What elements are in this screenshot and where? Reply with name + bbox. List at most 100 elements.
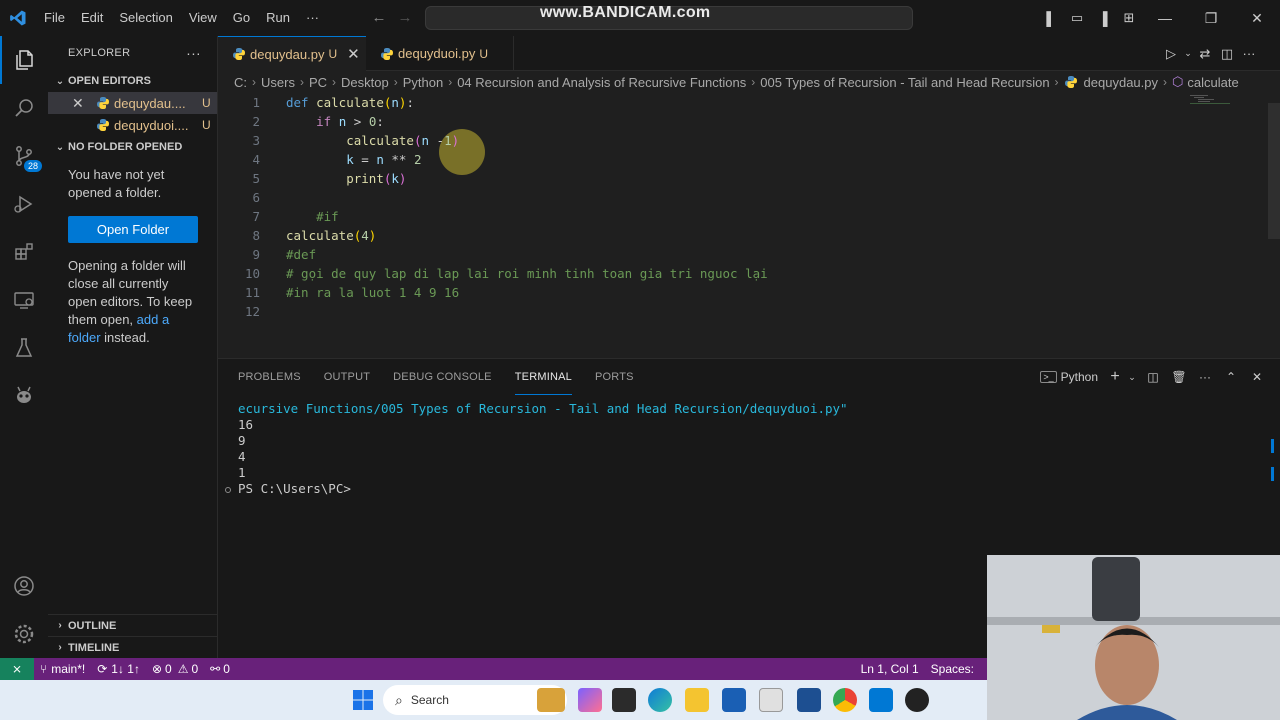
indentation[interactable]: Spaces: xyxy=(925,662,980,676)
account-icon[interactable] xyxy=(0,562,48,610)
tab-status: U xyxy=(479,46,489,61)
breadcrumb-symbol[interactable]: calculate xyxy=(1187,75,1238,90)
tab-dequyduoi[interactable]: dequyduoi.py U xyxy=(366,36,514,71)
close-icon[interactable]: ✕ xyxy=(347,45,360,63)
restore-icon[interactable]: ❐ xyxy=(1188,0,1234,36)
breadcrumb-types-folder[interactable]: 005 Types of Recursion - Tail and Head R… xyxy=(760,75,1049,90)
menu-file[interactable]: File xyxy=(36,0,73,36)
open-folder-button[interactable]: Open Folder xyxy=(68,216,198,243)
code-line: 2 if n > 0: xyxy=(218,112,1218,131)
tab-problems[interactable]: PROBLEMS xyxy=(238,359,301,395)
customize-layout-icon[interactable]: ⊞ xyxy=(1116,0,1142,36)
tab-debug-console[interactable]: DEBUG CONSOLE xyxy=(393,359,492,395)
run-python-icon[interactable]: ▷ xyxy=(1160,46,1182,62)
vscode-taskbar-icon[interactable] xyxy=(869,688,893,712)
settings-gear-icon[interactable] xyxy=(0,610,48,658)
minimize-icon[interactable]: — xyxy=(1142,0,1188,36)
menu-go[interactable]: Go xyxy=(225,0,258,36)
minimap[interactable] xyxy=(1190,95,1238,105)
bandicam-record-icon[interactable] xyxy=(905,688,929,712)
toggle-panel-icon[interactable]: ▭ xyxy=(1064,0,1090,36)
code-text: calculate(n -1) xyxy=(286,131,459,150)
edge-browser-icon[interactable] xyxy=(648,688,672,712)
explorer-icon[interactable] xyxy=(0,36,48,84)
toggle-secondary-sidebar-icon[interactable]: ▐ xyxy=(1090,0,1116,36)
back-arrow-icon[interactable]: ← xyxy=(366,9,392,26)
more-actions-icon[interactable]: ··· xyxy=(1192,370,1218,384)
new-terminal-icon[interactable]: + xyxy=(1106,368,1124,386)
testing-flask-icon[interactable] xyxy=(0,324,48,372)
remote-indicator-icon[interactable]: ⨯ xyxy=(0,658,34,680)
editor-scrollbar[interactable] xyxy=(1268,103,1280,239)
open-editors-section[interactable]: ⌄ OPEN EDITORS xyxy=(48,70,217,92)
alien-extension-icon[interactable] xyxy=(0,372,48,420)
terminal-output[interactable]: ecursive Functions/005 Types of Recursio… xyxy=(238,401,848,497)
menu-view[interactable]: View xyxy=(181,0,225,36)
tab-ports[interactable]: PORTS xyxy=(595,359,634,395)
breadcrumb-recursion-folder[interactable]: 04 Recursion and Analysis of Recursive F… xyxy=(457,75,746,90)
error-icon: ⊗ xyxy=(151,662,163,676)
breadcrumb-drive[interactable]: C: xyxy=(234,75,247,90)
code-text: print(k) xyxy=(286,169,406,188)
breadcrumb-python[interactable]: Python xyxy=(403,75,443,90)
ports-count: 0 xyxy=(223,662,230,676)
command-decoration-icon[interactable] xyxy=(225,487,231,493)
outline-section[interactable]: › OUTLINE xyxy=(48,614,218,636)
breadcrumb-pc[interactable]: PC xyxy=(309,75,327,90)
search-icon[interactable] xyxy=(0,84,48,132)
close-panel-icon[interactable]: ✕ xyxy=(1244,370,1270,384)
run-debug-icon[interactable] xyxy=(0,180,48,228)
file-explorer-icon[interactable] xyxy=(685,688,709,712)
tab-terminal[interactable]: TERMINAL xyxy=(514,359,572,395)
token-param: n xyxy=(421,133,430,148)
app-l-icon[interactable] xyxy=(797,688,821,712)
open-editor-item-dequyduoi[interactable]: dequyduoi.... U xyxy=(48,114,217,136)
forward-arrow-icon[interactable]: → xyxy=(392,9,418,26)
split-terminal-icon[interactable]: ◫ xyxy=(1140,370,1166,384)
remote-explorer-icon[interactable] xyxy=(0,276,48,324)
chrome-icon[interactable] xyxy=(833,688,857,712)
cursor-position[interactable]: Ln 1, Col 1 xyxy=(855,662,925,676)
problems-indicator[interactable]: ⊗ 0 ⚠ 0 xyxy=(146,662,204,676)
code-line: 3 calculate(n -1) xyxy=(218,131,1218,150)
sidebar-more-actions[interactable]: ··· xyxy=(186,45,201,61)
toggle-sidebar-icon[interactable]: ▌ xyxy=(1038,0,1064,36)
vscode-logo-icon xyxy=(0,0,36,36)
more-actions-icon[interactable]: ··· xyxy=(1238,46,1260,61)
close-icon[interactable]: ✕ xyxy=(72,95,84,112)
git-sync[interactable]: ⟳ 1↓ 1↑ xyxy=(91,662,146,676)
task-view-icon[interactable] xyxy=(612,688,636,712)
breadcrumb-file[interactable]: dequydau.py xyxy=(1084,75,1158,90)
source-control-icon[interactable]: 28 xyxy=(0,132,48,180)
menu-run[interactable]: Run xyxy=(258,0,298,36)
code-editor[interactable]: 1 def calculate(n): 2 if n > 0: 3 calcul… xyxy=(218,93,1280,358)
chevron-down-icon[interactable]: ⌄ xyxy=(1182,48,1194,59)
windows-start-icon[interactable] xyxy=(351,688,375,712)
maximize-panel-icon[interactable]: ⌃ xyxy=(1218,370,1244,384)
store-icon[interactable] xyxy=(722,688,746,712)
tab-output[interactable]: OUTPUT xyxy=(324,359,370,395)
python-file-icon xyxy=(96,118,110,132)
app-grid-icon[interactable] xyxy=(759,688,783,712)
git-branch[interactable]: ⑂ main*! xyxy=(34,662,91,676)
ports-indicator[interactable]: ⚯ 0 xyxy=(204,662,236,676)
extensions-icon[interactable] xyxy=(0,228,48,276)
menu-selection[interactable]: Selection xyxy=(111,0,180,36)
tab-dequydau[interactable]: dequydau.py U ✕ xyxy=(218,36,366,71)
breadcrumb-users[interactable]: Users xyxy=(261,75,295,90)
copilot-icon[interactable] xyxy=(578,688,602,712)
no-folder-section[interactable]: ⌄ NO FOLDER OPENED xyxy=(48,136,217,158)
breadcrumb-desktop[interactable]: Desktop xyxy=(341,75,389,90)
menu-more[interactable]: ··· xyxy=(298,0,327,36)
split-editor-icon[interactable]: ◫ xyxy=(1216,46,1238,62)
compare-changes-icon[interactable]: ⇄ xyxy=(1194,46,1216,62)
trash-icon[interactable]: 🗑 xyxy=(1166,370,1192,384)
close-window-icon[interactable]: ✕ xyxy=(1234,0,1280,36)
open-editor-item-dequydau[interactable]: ✕ dequydau.... U xyxy=(48,92,217,114)
sidebar-header: EXPLORER ··· xyxy=(48,36,217,70)
timeline-section[interactable]: › TIMELINE xyxy=(48,636,218,658)
menu-edit[interactable]: Edit xyxy=(73,0,111,36)
chevron-down-icon[interactable]: ⌄ xyxy=(1124,372,1140,383)
terminal-shell-name[interactable]: Python xyxy=(1061,370,1098,384)
